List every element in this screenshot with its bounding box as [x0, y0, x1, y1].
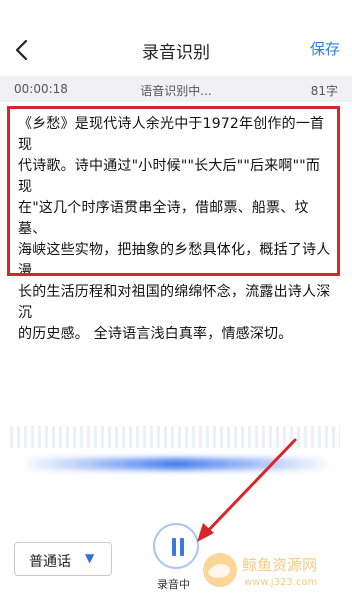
pause-recording-button[interactable] — [153, 523, 199, 569]
top-bar: 录音识别 保存 — [0, 0, 352, 76]
language-selector[interactable]: 普通话 ▼ — [14, 542, 112, 576]
recognition-status-bar: 00:00:18 语音识别中... 81字 — [0, 76, 352, 102]
character-count: 81字 — [310, 84, 338, 98]
watermark-logo: 鲸鱼资源网 www.j323.com — [198, 548, 348, 590]
language-label: 普通话 — [29, 554, 71, 570]
transcript-line: 长的生活历程和对祖国的绵绵怀念，流露出诗人深沉 — [18, 284, 331, 321]
save-button[interactable]: 保存 — [310, 38, 340, 59]
waveform-visualizer — [10, 426, 340, 448]
watermark-text-url: www.j323.com — [244, 577, 317, 588]
annotation-highlight-box — [7, 106, 340, 276]
recognition-status: 语音识别中... — [140, 84, 212, 98]
recording-status-label: 录音中 — [157, 578, 190, 591]
audio-level-glow — [20, 458, 332, 470]
transcript-line: 的历史感。 全诗语言浅白真率，情感深切。 — [18, 326, 293, 342]
dropdown-triangle-icon: ▼ — [85, 551, 95, 565]
watermark-text-cn: 鲸鱼资源网 — [242, 556, 317, 574]
page-title: 录音识别 — [142, 43, 210, 63]
pause-icon — [170, 538, 186, 556]
